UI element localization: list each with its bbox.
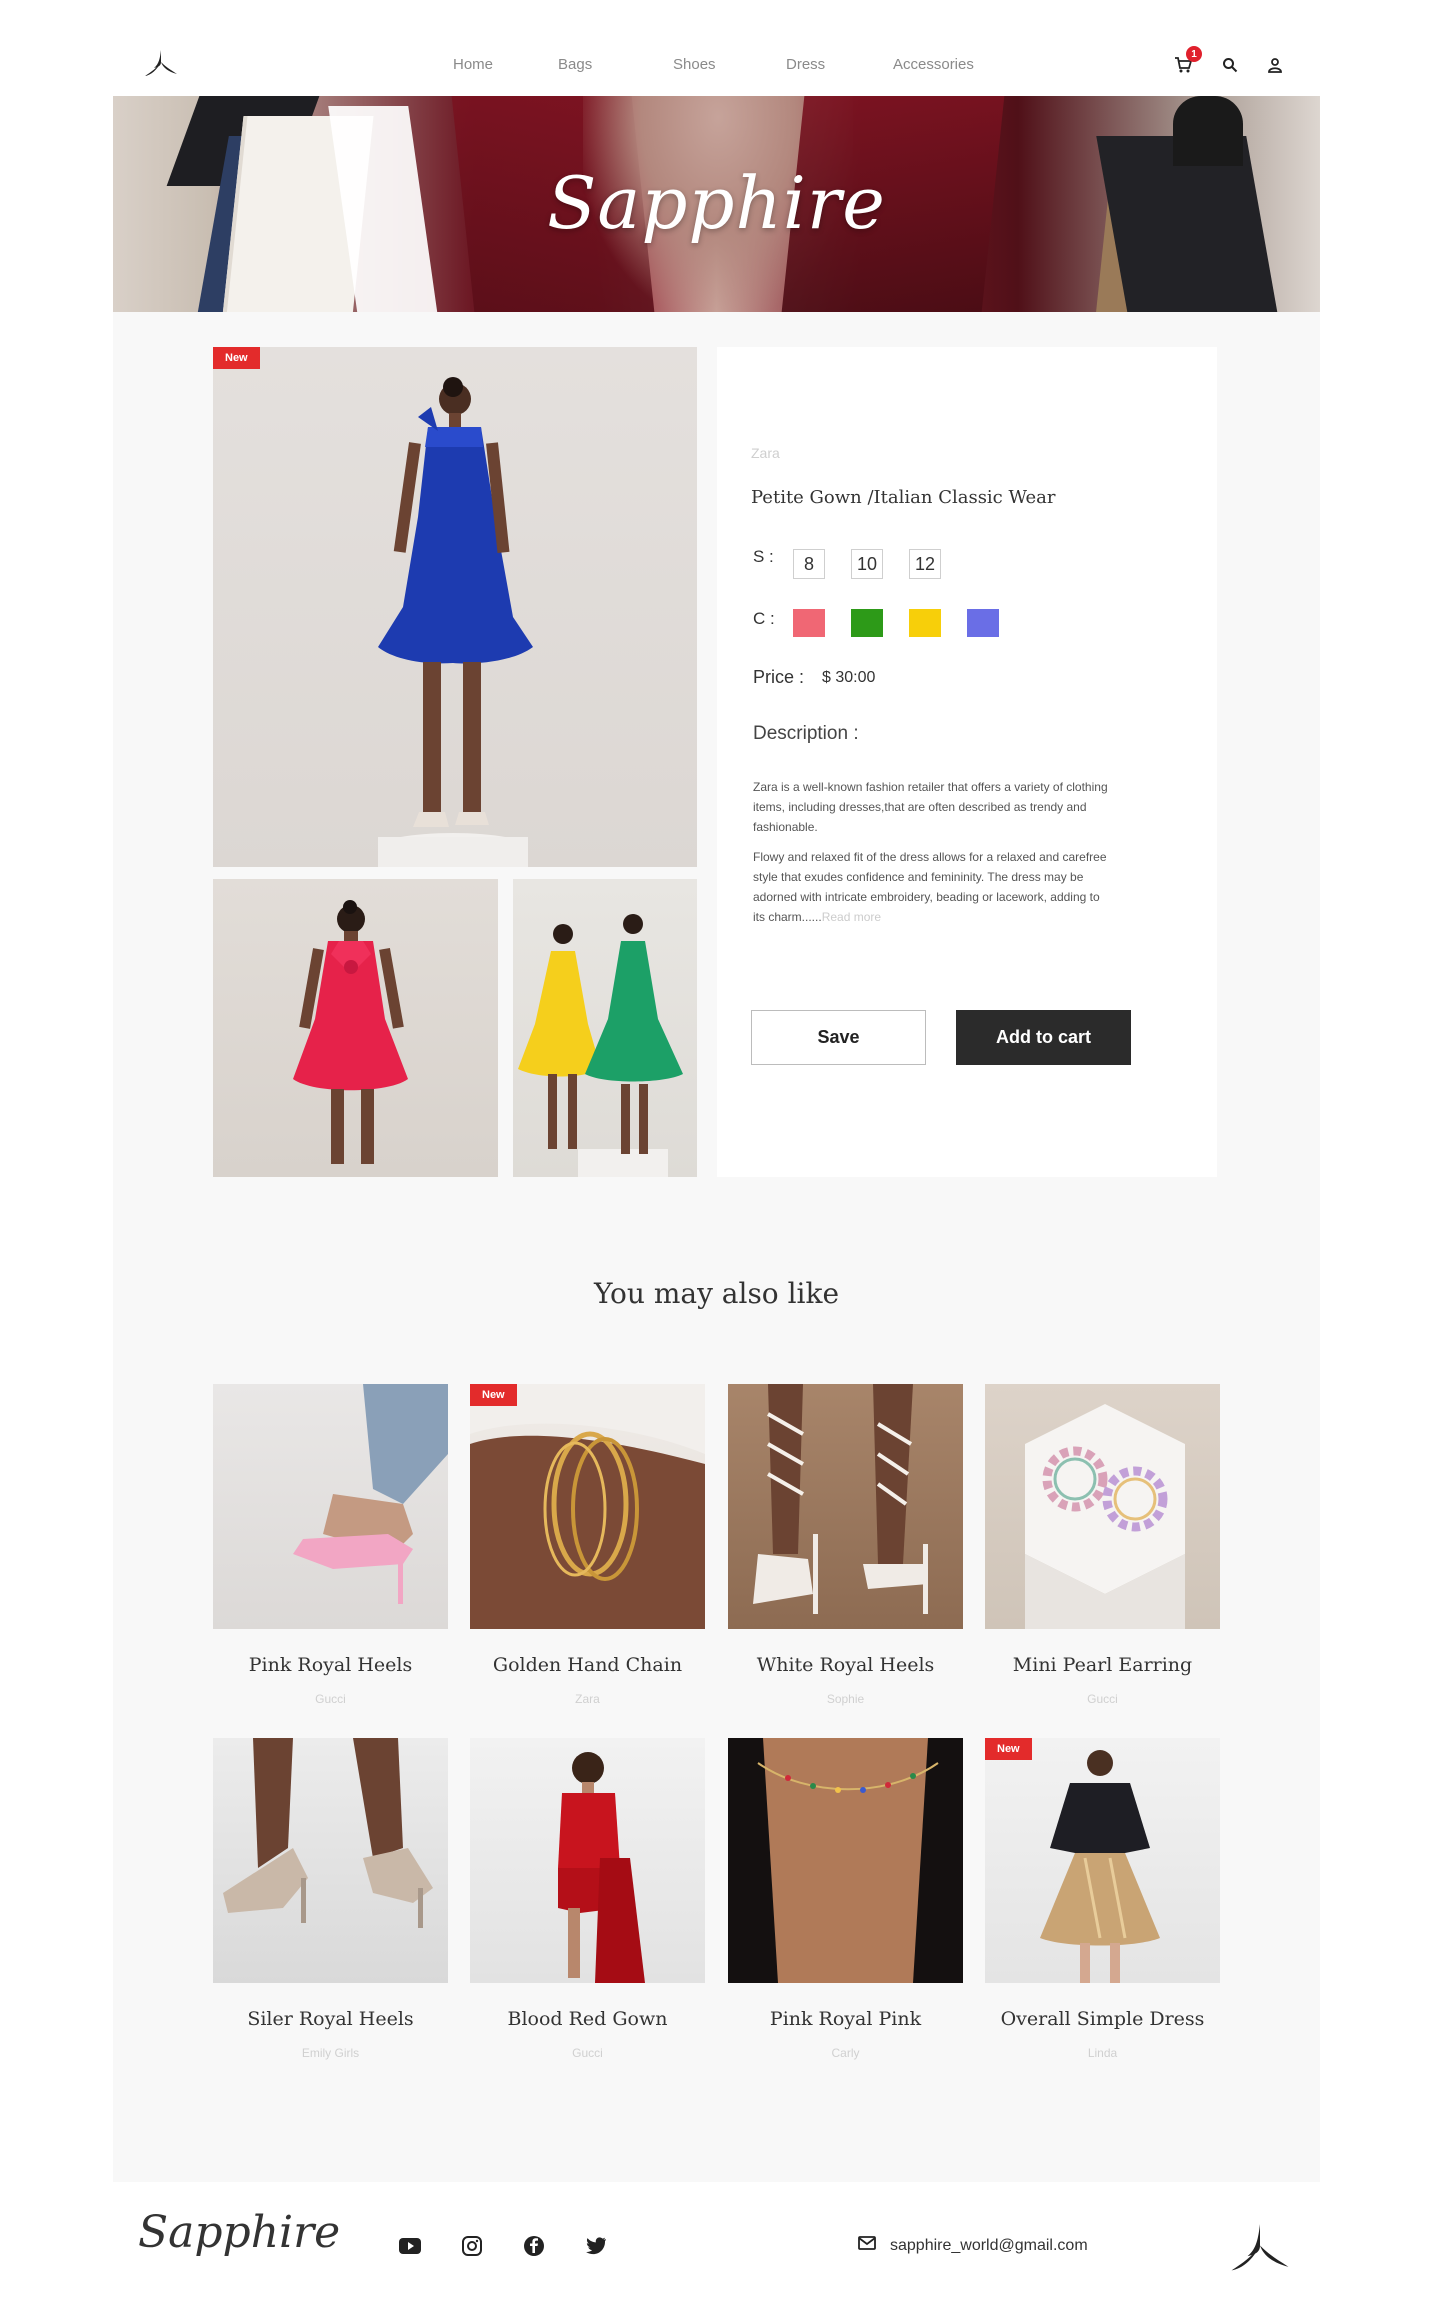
size-option-10[interactable]: 10: [851, 549, 883, 579]
nav-shoes[interactable]: Shoes: [673, 56, 716, 73]
product-card-name[interactable]: Pink Royal Heels: [213, 1654, 448, 1676]
product-card-image[interactable]: [470, 1738, 705, 1983]
page: Home Bags Shoes Dress Accessories 1 Sapp…: [113, 0, 1320, 2300]
header: Home Bags Shoes Dress Accessories 1: [113, 0, 1320, 96]
footer-email-text[interactable]: sapphire_world@gmail.com: [890, 2237, 1088, 2255]
product-details-panel: Zara Petite Gown /Italian Classic Wear S…: [717, 347, 1217, 1177]
footer-logo[interactable]: Sapphire: [138, 2207, 340, 2258]
product-card-brand: Linda: [1087, 2046, 1118, 2060]
color-label: C :: [753, 609, 775, 628]
color-swatch-yellow[interactable]: [909, 609, 941, 637]
product-card-brand: Zara: [575, 1692, 600, 1706]
read-more-link[interactable]: Read more: [822, 910, 881, 924]
footer-logo-icon: [1228, 2217, 1292, 2281]
product-card[interactable]: Pink Royal Pink Carly: [728, 1738, 963, 2060]
color-swatch-green[interactable]: [851, 609, 883, 637]
instagram-icon[interactable]: [460, 2234, 484, 2258]
new-badge: New: [470, 1384, 517, 1406]
cart-count-badge: 1: [1186, 46, 1202, 62]
footer: Sapphire sapphire_world@gmail.com: [113, 2182, 1320, 2300]
size-option-12[interactable]: 12: [909, 549, 941, 579]
hero-title: Sapphire: [547, 161, 886, 245]
product-card-name[interactable]: Golden Hand Chain: [470, 1654, 705, 1676]
product-card-image[interactable]: [213, 1384, 448, 1629]
product-card[interactable]: New Overall Simple Dress Linda: [985, 1738, 1220, 2060]
facebook-icon[interactable]: [522, 2234, 546, 2258]
product-section: New Zara Petite Gown /Italian Classic We…: [113, 312, 1320, 2182]
product-card[interactable]: Blood Red Gown Gucci: [470, 1738, 705, 2060]
product-card-brand: Gucci: [572, 2046, 603, 2060]
product-thumbnail-1[interactable]: [213, 879, 498, 1177]
product-card-brand: Gucci: [1087, 1692, 1118, 1706]
product-thumbnail-2[interactable]: [513, 879, 697, 1177]
product-name: Petite Gown /Italian Classic Wear: [751, 487, 1056, 508]
new-badge: New: [985, 1738, 1032, 1760]
product-main-image[interactable]: New: [213, 347, 697, 867]
nav-home[interactable]: Home: [453, 56, 493, 73]
size-option-8[interactable]: 8: [793, 549, 825, 579]
product-card[interactable]: New Golden Hand Chain Zara: [470, 1384, 705, 1706]
product-card-brand: Sophie: [826, 1692, 865, 1706]
product-card-brand: Emily Girls: [301, 2046, 360, 2060]
product-card-name[interactable]: Mini Pearl Earring: [985, 1654, 1220, 1676]
product-card[interactable]: Pink Royal Heels Gucci: [213, 1384, 448, 1706]
cart-icon[interactable]: 1: [1170, 46, 1202, 78]
product-brand: Zara: [751, 445, 780, 461]
price-label: Price :: [753, 667, 805, 687]
search-icon[interactable]: [1217, 52, 1243, 78]
product-card-name[interactable]: White Royal Heels: [728, 1654, 963, 1676]
new-badge: New: [213, 347, 260, 369]
product-card-image[interactable]: New: [985, 1738, 1220, 1983]
youtube-icon[interactable]: [398, 2234, 422, 2258]
color-swatch-pink[interactable]: [793, 609, 825, 637]
description-paragraph-2: Flowy and relaxed fit of the dress allow…: [753, 847, 1108, 927]
product-card-image[interactable]: New: [470, 1384, 705, 1629]
logo-icon[interactable]: [143, 48, 179, 80]
product-card-name[interactable]: Overall Simple Dress: [985, 2008, 1220, 2030]
product-card[interactable]: Siler Royal Heels Emily Girls: [213, 1738, 448, 2060]
description-paragraph-2-text: Flowy and relaxed fit of the dress allow…: [753, 850, 1107, 924]
description-paragraph-1: Zara is a well-known fashion retailer th…: [753, 780, 1108, 834]
footer-email[interactable]: sapphire_world@gmail.com: [858, 2236, 1088, 2255]
product-card-name[interactable]: Blood Red Gown: [470, 2008, 705, 2030]
save-button[interactable]: Save: [751, 1010, 926, 1065]
nav-accessories[interactable]: Accessories: [893, 56, 974, 73]
product-card-name[interactable]: Pink Royal Pink: [728, 2008, 963, 2030]
product-card-brand: Gucci: [315, 1692, 346, 1706]
product-card[interactable]: Mini Pearl Earring Gucci: [985, 1384, 1220, 1706]
hero-banner: Sapphire: [113, 96, 1320, 312]
user-icon[interactable]: [1262, 52, 1288, 78]
recommendations-title: You may also like: [593, 1277, 840, 1310]
product-card-brand: Carly: [831, 2046, 860, 2060]
product-card-image[interactable]: [985, 1384, 1220, 1629]
header-icons: 1: [1160, 46, 1290, 82]
price-value: $ 30:00: [822, 669, 876, 686]
product-card-image[interactable]: [213, 1738, 448, 1983]
nav-dress[interactable]: Dress: [786, 56, 825, 73]
twitter-icon[interactable]: [584, 2234, 608, 2258]
color-swatch-blue[interactable]: [967, 609, 999, 637]
add-to-cart-button[interactable]: Add to cart: [956, 1010, 1131, 1065]
mail-icon: [858, 2236, 876, 2255]
product-card-name[interactable]: Siler Royal Heels: [213, 2008, 448, 2030]
product-card[interactable]: White Royal Heels Sophie: [728, 1384, 963, 1706]
product-card-image[interactable]: [728, 1384, 963, 1629]
nav-bags[interactable]: Bags: [558, 56, 592, 73]
product-card-image[interactable]: [728, 1738, 963, 1983]
size-label: S :: [753, 547, 774, 566]
description-label: Description :: [753, 723, 859, 744]
